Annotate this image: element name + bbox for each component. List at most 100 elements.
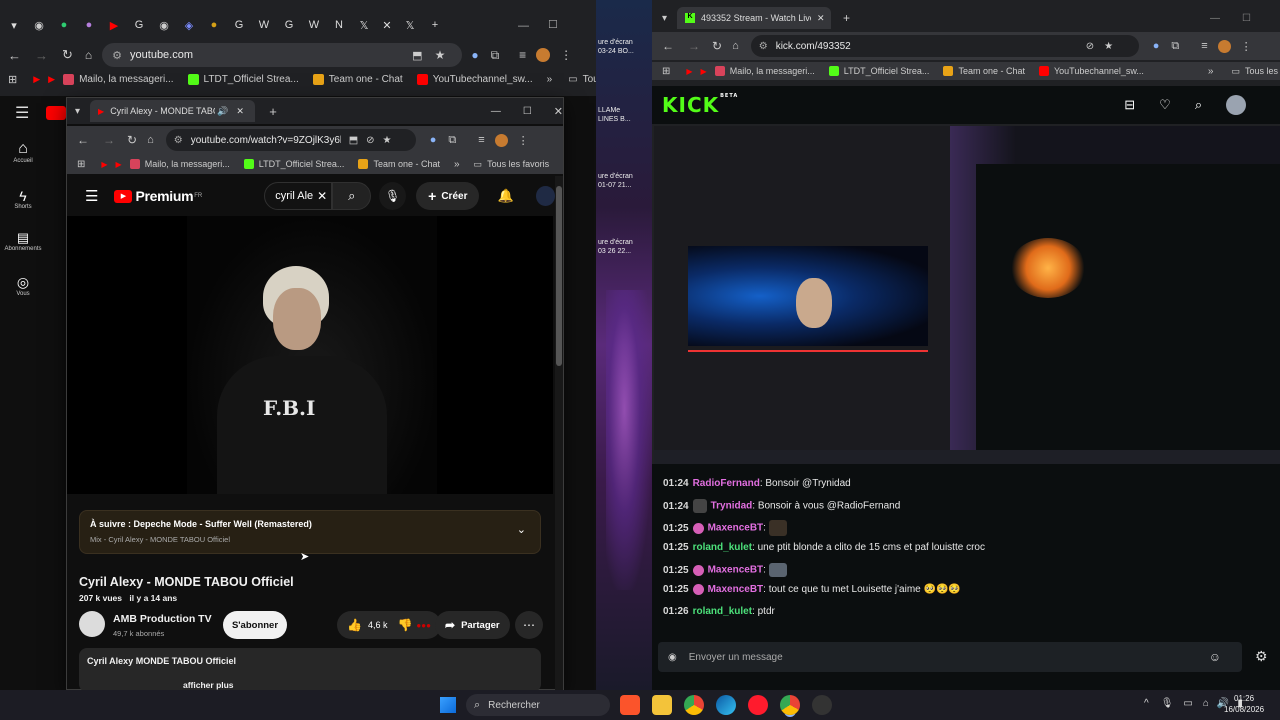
- more-actions-button[interactable]: ⋯: [515, 611, 543, 639]
- media-icon[interactable]: ≡: [1201, 40, 1207, 52]
- youtube-tab-icon[interactable]: ▶: [104, 12, 124, 38]
- search-icon[interactable]: ⌕: [1195, 97, 1202, 113]
- apps-icon[interactable]: ⊞: [77, 159, 85, 170]
- star-icon[interactable]: ★: [383, 135, 392, 146]
- up-next-title[interactable]: Depeche Mode - Suffer Well (Remastered): [134, 519, 312, 529]
- kick-tab[interactable]: K 493352 Stream - Watch Live on ✕: [677, 7, 832, 29]
- like-icon[interactable]: 👍: [347, 618, 362, 632]
- description-box[interactable]: Cyril Alexy MONDE TABOU Officiel affiche…: [79, 648, 541, 692]
- chevron-down-icon[interactable]: ⌄: [517, 523, 526, 536]
- sidebar-item-you[interactable]: ◎ Vous: [0, 274, 46, 297]
- back-icon[interactable]: ←: [8, 48, 21, 63]
- search-input[interactable]: cyril Ale: [275, 190, 313, 202]
- back-icon[interactable]: ←: [77, 133, 89, 147]
- chrome-icon[interactable]: [684, 695, 704, 715]
- audio-icon[interactable]: 🔊: [217, 106, 228, 117]
- bookmark-mailo[interactable]: Mailo, la messageri...: [129, 159, 230, 169]
- home-icon[interactable]: ⌂: [147, 134, 154, 146]
- tab-icon[interactable]: ◈: [179, 12, 199, 38]
- edge-icon[interactable]: [716, 695, 736, 715]
- menu-icon[interactable]: ⋮: [518, 134, 529, 147]
- chat-username[interactable]: roland_kulet: [693, 542, 752, 553]
- tab-icon[interactable]: ◉: [154, 12, 174, 38]
- chrome-active-icon[interactable]: [780, 695, 800, 715]
- bookmark-mailo[interactable]: Mailo, la messageri...: [714, 66, 815, 76]
- maximize-button[interactable]: ☐: [523, 106, 532, 117]
- sidebar-item-shorts[interactable]: ϟ Shorts: [0, 188, 46, 210]
- bookmark-team-one[interactable]: Team one - Chat: [943, 66, 1025, 76]
- kick-logo[interactable]: KICKBETA: [662, 93, 738, 117]
- bookmark-ltdt[interactable]: LTDT_Officiel Strea...: [187, 73, 299, 85]
- install-icon[interactable]: ⬒: [349, 135, 358, 146]
- google-tab-icon[interactable]: G: [279, 12, 299, 38]
- opera-icon[interactable]: [748, 695, 768, 715]
- app-icon[interactable]: [812, 695, 832, 715]
- following-icon[interactable]: ♡: [1159, 97, 1171, 113]
- file-explorer-icon[interactable]: [652, 695, 672, 715]
- bookmark-ltdt[interactable]: LTDT_Officiel Strea...: [828, 66, 929, 76]
- youtube-menu-icon[interactable]: ☰: [85, 187, 98, 205]
- more-bookmarks-icon[interactable]: »: [547, 74, 553, 85]
- media-icon[interactable]: ≡: [519, 48, 526, 62]
- avatar[interactable]: [494, 133, 508, 147]
- menu-icon[interactable]: ⋮: [1241, 40, 1252, 53]
- apps-icon[interactable]: ⊞: [8, 73, 17, 86]
- apps-icon[interactable]: ⊞: [662, 66, 670, 77]
- extension-icon[interactable]: ●: [471, 48, 478, 62]
- notifications-icon[interactable]: 🔔: [497, 188, 513, 204]
- reload-icon[interactable]: ↻: [712, 39, 722, 53]
- start-button[interactable]: [440, 697, 456, 713]
- minimize-button[interactable]: —: [1210, 13, 1220, 24]
- chat-username[interactable]: Trynidad: [711, 501, 753, 512]
- chat-username[interactable]: MaxenceBT: [708, 565, 764, 576]
- network-icon[interactable]: ⌂: [1203, 698, 1209, 709]
- chrome-tab-icon[interactable]: ◉: [29, 12, 49, 38]
- emoji-icon[interactable]: ☺: [1209, 650, 1221, 664]
- minimize-button[interactable]: —: [491, 106, 501, 117]
- bookmark-ltdt[interactable]: LTDT_Officiel Strea...: [243, 159, 344, 169]
- search-button[interactable]: ⌕: [332, 182, 372, 210]
- minimize-button[interactable]: —: [518, 20, 529, 32]
- voice-search-button[interactable]: 🎙: [379, 182, 407, 210]
- clear-search-icon[interactable]: ✕: [317, 189, 327, 203]
- description-more[interactable]: afficher plus: [183, 680, 533, 690]
- chat-username[interactable]: roland_kulet: [693, 606, 752, 617]
- channel-avatar[interactable]: [79, 611, 105, 637]
- tab-list-button[interactable]: ▾: [4, 12, 24, 38]
- tab-icon[interactable]: ●: [204, 12, 224, 38]
- reload-icon[interactable]: ↻: [62, 47, 73, 63]
- video-player[interactable]: F.B.I: [67, 216, 553, 494]
- x-tab-icon[interactable]: 𝕏: [354, 12, 374, 38]
- bookmark-team-one[interactable]: Team one - Chat: [358, 159, 440, 169]
- bookmark-team-one[interactable]: Team one - Chat: [312, 73, 403, 85]
- all-bookmarks[interactable]: ▭Tous les favoris: [474, 159, 550, 170]
- wikipedia-tab-icon[interactable]: W: [254, 12, 274, 38]
- chat-input[interactable]: ◉ Envoyer un message ☺: [658, 642, 1242, 672]
- youtube-logo-icon[interactable]: [46, 106, 66, 120]
- chat-username[interactable]: MaxenceBT: [708, 523, 764, 534]
- media-icon[interactable]: ≡: [478, 134, 484, 146]
- google-tab-icon[interactable]: G: [229, 12, 249, 38]
- bookmark-youtubechannel[interactable]: YouTubechannel_sw...: [416, 73, 533, 85]
- site-info-icon[interactable]: ⚙: [174, 135, 183, 146]
- address-bar[interactable]: ⚙ youtube.com: [102, 43, 463, 67]
- account-avatar[interactable]: [535, 186, 555, 206]
- popup-address-bar[interactable]: ⚙ youtube.com/watch?v=9ZOjlK3y6lI... ⬒ ⊘…: [165, 129, 416, 151]
- chat-rules-icon[interactable]: ◉: [668, 652, 677, 663]
- avatar[interactable]: [1217, 39, 1231, 53]
- chat-settings-icon[interactable]: ⚙: [1255, 648, 1268, 665]
- clock[interactable]: 01:26 16/08/2026: [1224, 693, 1264, 715]
- desktop-icon-label[interactable]: ure d'écran 01-07 21...: [598, 172, 633, 190]
- taskbar-search[interactable]: ⌕ Rechercher: [466, 694, 610, 716]
- close-tab-icon[interactable]: ✕: [379, 12, 395, 38]
- install-icon[interactable]: ⬒: [412, 49, 422, 62]
- user-avatar[interactable]: [1226, 95, 1247, 115]
- stream-player[interactable]: [654, 126, 1280, 464]
- tab-list-button[interactable]: ▾: [662, 13, 667, 24]
- extension-icon[interactable]: ●: [430, 134, 437, 146]
- sidebar-item-home[interactable]: ⌂ Accueil: [0, 140, 46, 164]
- bookmark-mailo[interactable]: Mailo, la messageri...: [63, 73, 174, 85]
- more-bookmarks-icon[interactable]: »: [1208, 66, 1214, 77]
- youtube-bookmark-icon[interactable]: ▶: [116, 160, 122, 169]
- extension-icon[interactable]: ●: [1153, 40, 1160, 52]
